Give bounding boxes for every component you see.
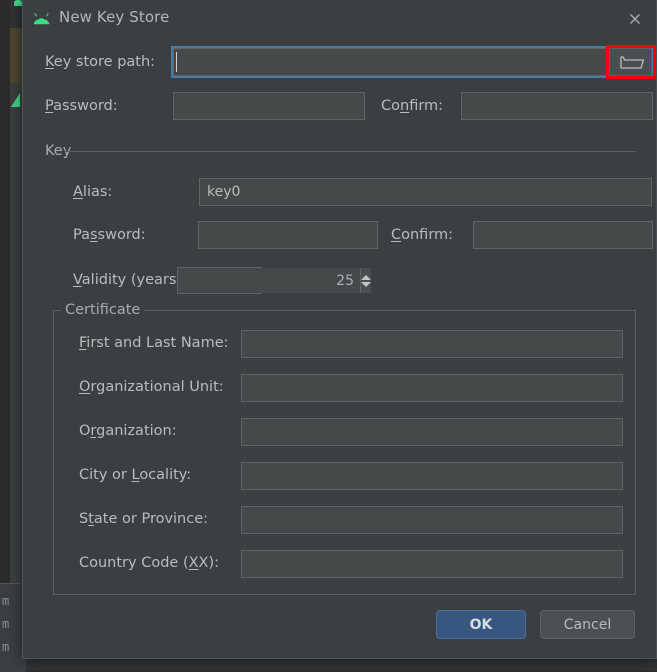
certificate-organization-input[interactable] — [241, 418, 623, 446]
certificate-country-code-input[interactable] — [241, 550, 623, 578]
key-store-confirm-label: Confirm: — [381, 98, 443, 114]
key-validity-stepper[interactable] — [177, 267, 262, 294]
background-cut-text: m — [2, 617, 9, 631]
certificate-state-province-input[interactable] — [241, 506, 623, 534]
certificate-first-last-name-label: First and Last Name: — [79, 335, 229, 351]
certificate-first-last-name-input[interactable] — [241, 330, 623, 358]
certificate-organizational-unit-input[interactable] — [241, 374, 623, 402]
key-store-path-label: Key store path: — [45, 54, 155, 70]
certificate-country-code-label: Country Code (XX): — [79, 555, 219, 571]
text-caret — [176, 52, 177, 72]
certificate-state-province-label: State or Province: — [79, 511, 208, 527]
chevron-down-icon[interactable] — [361, 282, 371, 287]
key-store-path-input[interactable] — [173, 48, 652, 76]
folder-icon — [610, 49, 651, 75]
certificate-organization-label: Organization: — [79, 423, 177, 439]
certificate-city-locality-label: City or Locality: — [79, 467, 191, 483]
key-alias-label: Alias: — [73, 184, 112, 200]
key-store-confirm-input[interactable] — [461, 92, 653, 120]
cancel-button[interactable]: Cancel — [540, 610, 635, 639]
background-panel-strip — [10, 83, 22, 583]
stepper-buttons[interactable] — [360, 268, 371, 293]
dialog-form: Key store path: Password: Confirm: Key A… — [23, 38, 656, 658]
close-icon[interactable] — [624, 8, 646, 30]
dialog-titlebar: New Key Store — [23, 0, 656, 38]
key-validity-input[interactable] — [178, 268, 360, 293]
key-store-path-field-wrapper — [171, 46, 654, 78]
key-store-password-label: Password: — [45, 98, 118, 114]
background-olive-strip — [10, 28, 22, 83]
background-left-gutter — [0, 0, 10, 671]
key-alias-input[interactable] — [199, 178, 652, 206]
background-cut-text: m — [2, 640, 9, 654]
certificate-group-title: Certificate — [61, 302, 144, 318]
certificate-city-locality-input[interactable] — [241, 462, 623, 490]
key-password-label: Password: — [73, 227, 146, 243]
key-confirm-label: Confirm: — [391, 227, 453, 243]
dialog-footer: OK Cancel — [23, 596, 656, 658]
new-key-store-dialog: New Key Store Key store path: Password: … — [22, 0, 657, 659]
browse-key-store-path-button[interactable] — [609, 48, 652, 76]
ok-button[interactable]: OK — [436, 610, 526, 639]
android-robot-icon — [32, 12, 51, 25]
background-android-icon-fragment-top — [14, 0, 22, 6]
key-group-separator — [65, 151, 636, 152]
key-confirm-input[interactable] — [473, 221, 653, 249]
key-password-input[interactable] — [198, 221, 378, 249]
dialog-title: New Key Store — [59, 8, 169, 26]
certificate-organizational-unit-label: Organizational Unit: — [79, 379, 224, 395]
key-store-password-input[interactable] — [173, 92, 365, 120]
key-validity-label: Validity (years): — [73, 272, 187, 288]
background-cut-text: m — [2, 594, 9, 608]
chevron-up-icon[interactable] — [361, 275, 371, 280]
